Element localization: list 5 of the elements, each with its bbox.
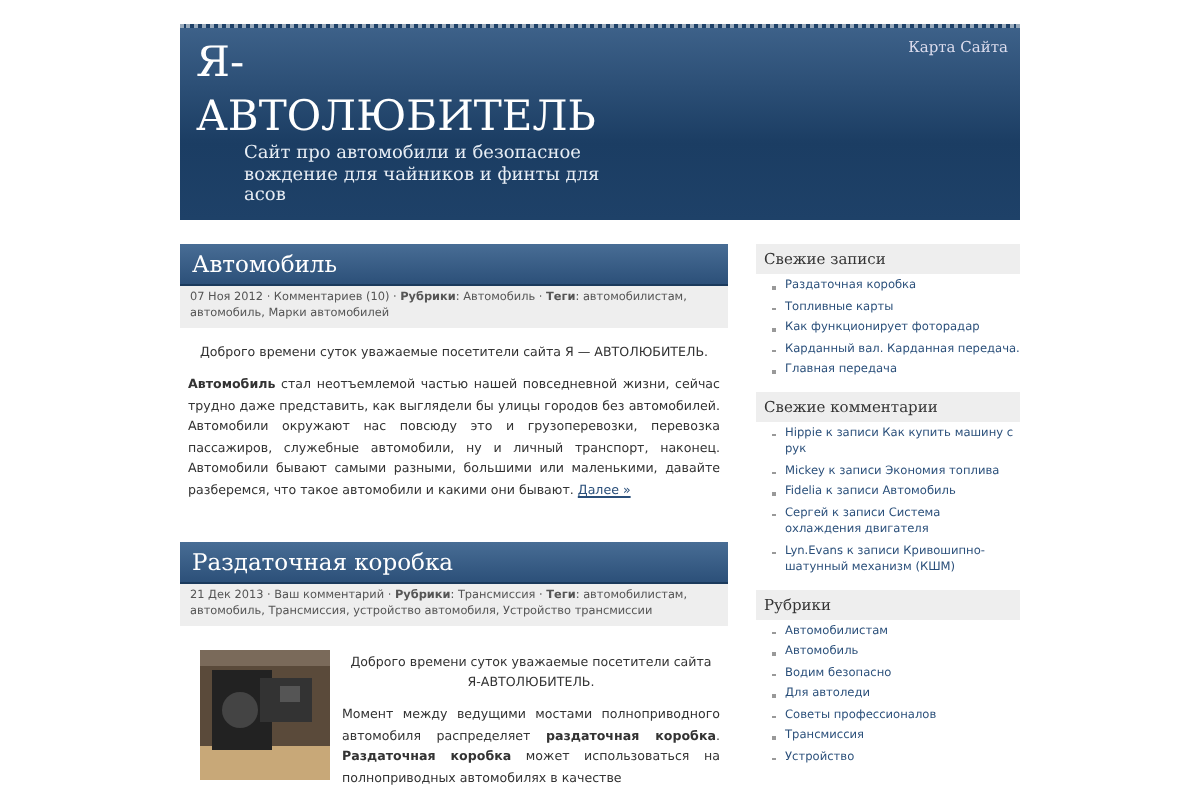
site-description: Сайт про автомобили и безопасное вождение для чайников и финты для асов <box>244 144 602 207</box>
site-title[interactable]: Я- <box>196 36 624 90</box>
post-title[interactable]: Автомобиль <box>180 244 728 286</box>
post-title[interactable]: Раздаточная коробка <box>180 542 728 584</box>
site-title[interactable]: АВТОЛЮБИТЕЛЬ <box>196 90 624 144</box>
